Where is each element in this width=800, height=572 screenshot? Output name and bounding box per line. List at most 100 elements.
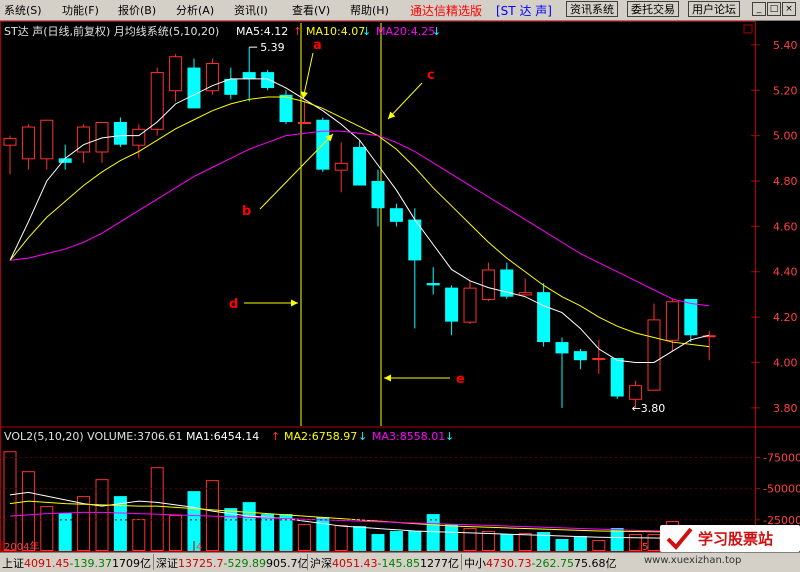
candle-body-down	[113, 122, 127, 145]
status-smallcap[interactable]: 中小4730.73-262.7575.68亿	[464, 555, 616, 571]
tick-label: -75000	[763, 451, 800, 464]
candle-body-up	[629, 385, 643, 400]
status-change: -262.75	[531, 557, 574, 570]
menu-quote[interactable]: 报价(B)	[118, 2, 156, 18]
chart-frame	[0, 21, 800, 552]
candle-body-down	[187, 67, 201, 109]
status-amount: 1709亿	[111, 557, 151, 570]
trade-button[interactable]: 委托交易	[627, 1, 679, 17]
annotation-d: d	[229, 297, 238, 312]
tick-label: 4.80	[773, 175, 798, 188]
arrow-a	[301, 52, 314, 100]
status-shenzhen[interactable]: 深证13725.7-529.89905.7亿	[156, 555, 308, 571]
tick-label: 3.80	[773, 402, 798, 415]
arrow-b	[259, 133, 334, 210]
candle-body-down	[279, 94, 293, 123]
status-amount: 1277亿	[419, 557, 459, 570]
candle-body-up	[463, 287, 477, 323]
candle-body-up	[592, 357, 606, 360]
volume-bar-down	[408, 531, 422, 551]
volume-bar-down	[242, 502, 256, 551]
menu-analysis[interactable]: 分析(A)	[176, 2, 214, 18]
tick-label: 4.00	[773, 356, 798, 369]
status-divider	[307, 554, 308, 570]
status-divider	[461, 554, 462, 570]
forum-button[interactable]: 用户论坛	[688, 1, 740, 17]
stock-chart[interactable]: 5.40 5.20 5.00 4.80 4.60 4.40 4.20 4.00 3.80 -75…	[0, 21, 800, 552]
menu-view[interactable]: 查看(V)	[292, 2, 330, 18]
annotation-e: e	[456, 372, 465, 387]
volume-bar-up	[150, 467, 164, 551]
status-value: 4091.45	[24, 557, 70, 570]
volume-bar-up	[463, 528, 477, 551]
volume-bar-down	[555, 539, 569, 551]
candle	[463, 280, 477, 324]
checkmark-logo-icon	[666, 527, 693, 550]
down-arrow-icon: ↓	[432, 25, 441, 38]
volume-bar-up	[334, 525, 348, 552]
arrow-e	[384, 374, 450, 382]
date-label: 5	[642, 542, 648, 552]
arrow-shaft	[302, 52, 314, 100]
candle	[481, 262, 495, 302]
tick-label: 5.20	[773, 84, 798, 97]
status-value: 4051.43	[332, 557, 378, 570]
app-brand: 通达信精选版	[410, 4, 483, 18]
ma20-readout: MA20:4.25	[376, 25, 435, 38]
volume-bar-up	[297, 524, 311, 552]
price-axis: 5.40 5.20 5.00 4.80 4.60 4.40 4.20 4.00 3.80	[755, 39, 798, 415]
volume-bar-down	[261, 514, 275, 551]
minimize-icon[interactable]: _	[752, 2, 766, 16]
tick-label: 4.40	[773, 266, 798, 279]
date-label: 4	[196, 542, 202, 552]
candle	[334, 142, 348, 193]
chart-border	[0, 21, 756, 552]
volume-bar-down	[316, 517, 330, 551]
status-hushen[interactable]: 沪深4051.43-145.851277亿	[310, 555, 459, 571]
volume-bar-down	[371, 534, 385, 551]
volume-bar-up	[518, 533, 532, 552]
volume-bar-down	[353, 526, 367, 551]
status-value: 13725.7	[178, 557, 224, 570]
candle-body-up	[3, 137, 17, 146]
status-change: -139.37	[69, 557, 112, 570]
candle	[573, 348, 587, 370]
ma-lines	[9, 78, 710, 363]
annotation-b: b	[242, 204, 251, 219]
candle-body-up	[205, 63, 219, 92]
menu-system[interactable]: 系统(S)	[4, 2, 42, 18]
candle	[426, 267, 440, 295]
high-label: 5.39	[260, 41, 285, 54]
candle-body-down	[353, 146, 367, 186]
close-icon[interactable]: ×	[782, 2, 796, 16]
candle-body-up	[518, 292, 532, 296]
volume-bar-up	[132, 519, 146, 551]
menu-help[interactable]: 帮助(H)	[350, 2, 389, 18]
news-system-button[interactable]: 资讯系统	[566, 1, 618, 17]
maximize-icon[interactable]: □	[767, 2, 781, 16]
vol-ma1-readout: MA1:6454.14	[186, 430, 259, 443]
candle	[279, 90, 293, 125]
candle	[169, 53, 183, 102]
status-change: -145.85	[377, 557, 420, 570]
candle-body-down	[389, 208, 403, 222]
menu-function[interactable]: 功能(F)	[62, 2, 99, 18]
arrow-shaft	[387, 82, 423, 120]
status-label: 上证	[2, 557, 24, 570]
volume-bar-down	[573, 536, 587, 551]
candle	[95, 122, 109, 163]
menu-bar: 系统(S) 功能(F) 报价(B) 分析(A) 资讯(I) 查看(V) 帮助(H…	[0, 0, 800, 21]
watermark-url: www.xuexizhan.top	[644, 555, 742, 566]
vol-ma2-readout: MA2:6758.97	[284, 430, 357, 443]
up-arrow-icon: ↑	[271, 430, 280, 443]
status-shanghai[interactable]: 上证4091.45-139.371709亿	[2, 555, 151, 571]
arrow-head	[291, 299, 298, 307]
window-restore-icon[interactable]	[743, 24, 753, 34]
low-label: ←3.80	[632, 402, 666, 415]
menu-info[interactable]: 资讯(I)	[234, 2, 268, 18]
candle-body-up	[334, 162, 348, 171]
candle	[665, 298, 679, 352]
volume-bar-down	[58, 513, 72, 551]
date-label: 2004年	[4, 540, 39, 552]
candle-body-up	[150, 72, 164, 130]
